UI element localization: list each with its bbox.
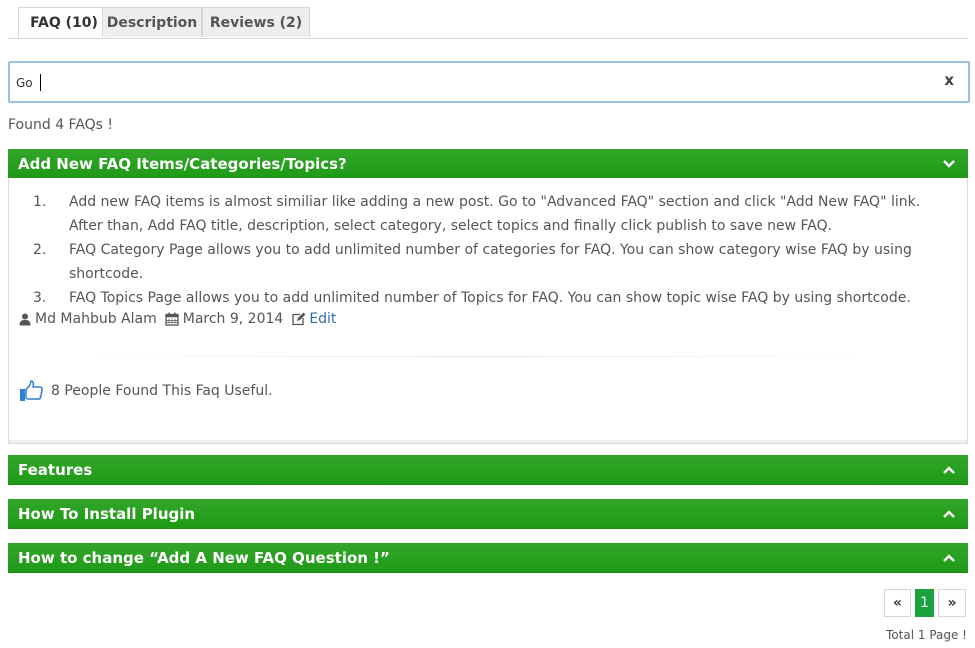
calendar-icon (165, 312, 179, 326)
tab-reviews[interactable]: Reviews (2) (202, 7, 310, 37)
faq-header-1[interactable]: Add New FAQ Items/Categories/Topics? (8, 149, 968, 179)
panel-footer (9, 440, 967, 443)
faq-header-2[interactable]: Features (8, 455, 968, 485)
author-name: Md Mahbub Alam (35, 311, 157, 327)
chevron-up-icon (943, 466, 955, 474)
useful-feedback: 8 People Found This Faq Useful. (19, 380, 273, 402)
edit-link[interactable]: Edit (309, 311, 336, 327)
text-cursor (40, 74, 41, 91)
thumbs-up-icon[interactable] (19, 380, 43, 402)
faq-title: How To Install Plugin (18, 504, 196, 523)
divider (69, 356, 889, 357)
chevron-up-icon (943, 554, 955, 562)
list-text: FAQ Topics Page allows you to add unlimi… (69, 290, 911, 306)
tab-faq[interactable]: FAQ (10) (18, 7, 110, 38)
faq-search-input[interactable] (14, 63, 918, 103)
faq-header-4[interactable]: How to change “Add A New FAQ Question !” (8, 543, 968, 573)
faq-title: How to change “Add A New FAQ Question !” (18, 548, 390, 567)
faq-page: FAQ (10) Description Reviews (2) x Found… (0, 0, 975, 648)
faq-meta: Md Mahbub Alam March 9, 2014 Edit (19, 311, 336, 327)
post-date: March 9, 2014 (182, 311, 284, 327)
pagination-prev-button[interactable]: « (884, 589, 911, 617)
user-icon (19, 313, 31, 325)
faq-search-box: x (8, 61, 970, 103)
pagination-next-button[interactable]: » (938, 589, 966, 617)
list-item: 3. FAQ Topics Page allows you to add unl… (9, 286, 949, 310)
faq-answer-1: 1. Add new FAQ items is almost similiar … (8, 178, 968, 444)
list-item: 2. FAQ Category Page allows you to add u… (9, 238, 949, 286)
faq-title: Add New FAQ Items/Categories/Topics? (18, 154, 347, 173)
faq-title: Features (18, 460, 93, 479)
pagination-total: Total 1 Page ! (886, 628, 967, 642)
useful-count-text: 8 People Found This Faq Useful. (51, 383, 273, 399)
answer-list: 1. Add new FAQ items is almost similiar … (9, 190, 949, 310)
chevron-down-icon (943, 160, 955, 168)
tab-bar: FAQ (10) Description Reviews (2) (8, 7, 968, 39)
list-number: 3. (33, 290, 47, 306)
pagination-page-1[interactable]: 1 (915, 589, 934, 617)
list-number: 1. (33, 194, 47, 210)
list-text: Add new FAQ items is almost similiar lik… (69, 194, 921, 234)
faq-header-3[interactable]: How To Install Plugin (8, 499, 968, 529)
tab-description[interactable]: Description (102, 7, 202, 37)
search-result-count: Found 4 FAQs ! (8, 117, 114, 133)
list-text: FAQ Category Page allows you to add unli… (69, 242, 912, 282)
clear-search-button[interactable]: x (944, 71, 954, 89)
edit-icon (292, 312, 306, 326)
list-item: 1. Add new FAQ items is almost similiar … (9, 190, 949, 238)
list-number: 2. (33, 242, 47, 258)
chevron-up-icon (943, 510, 955, 518)
